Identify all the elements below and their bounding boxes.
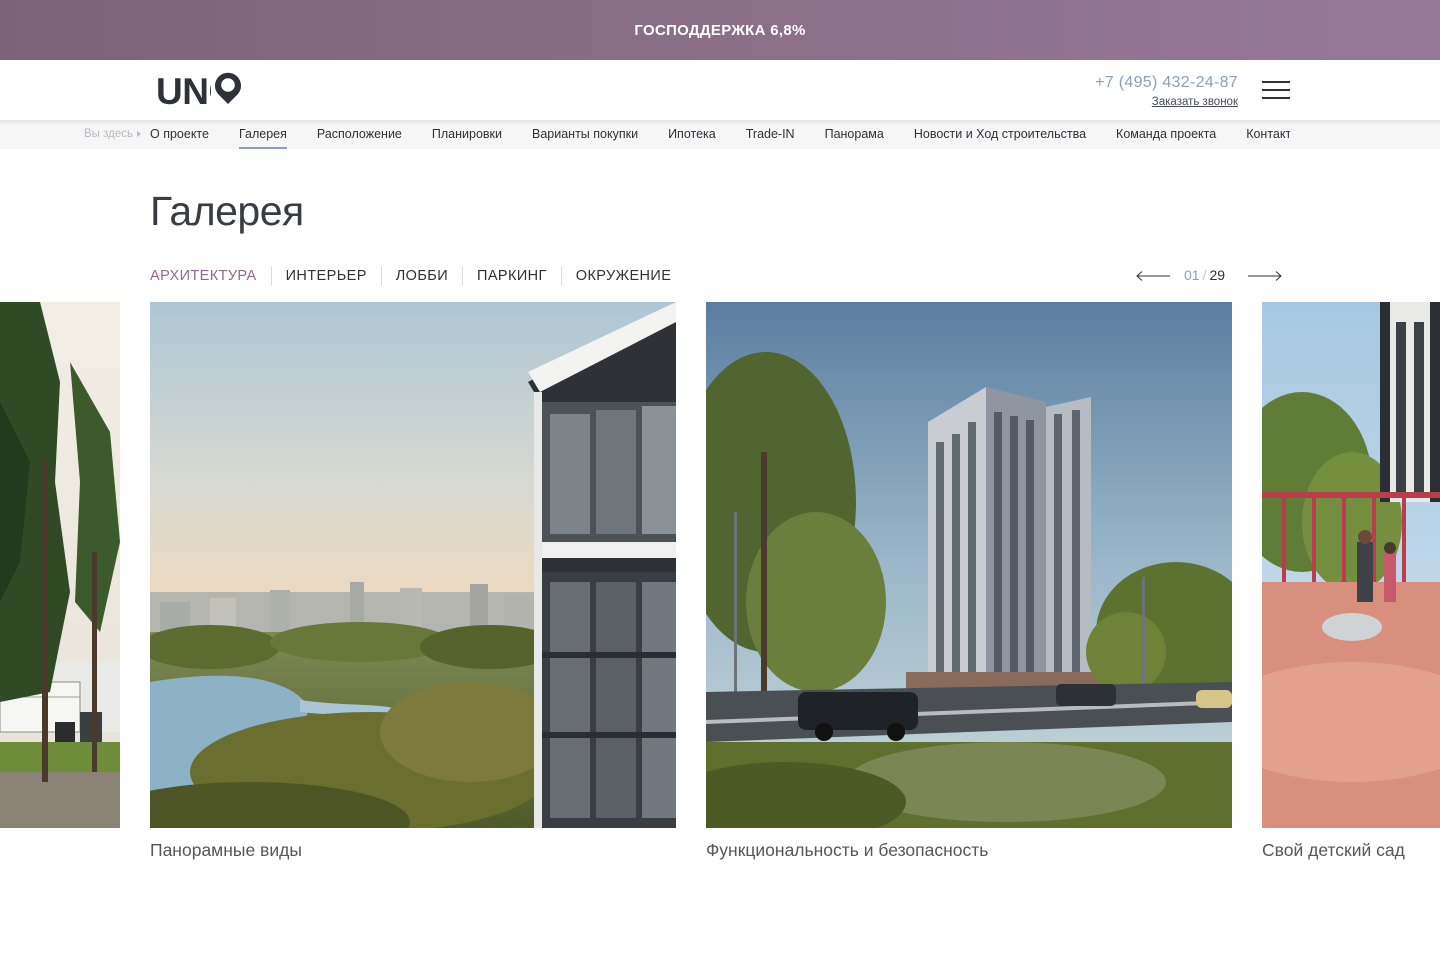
nav-item-mortgage[interactable]: Ипотека <box>668 120 716 149</box>
gallery-slide-panorama[interactable] <box>150 302 676 828</box>
nav-item-news[interactable]: Новости и Ход строительства <box>914 120 1086 149</box>
nav-items: О проекте Галерея Расположение Планировк… <box>150 120 1290 149</box>
hamburger-icon[interactable] <box>1262 81 1290 99</box>
tab-surroundings[interactable]: ОКРУЖЕНИЕ <box>576 268 672 284</box>
slide-caption-tower: Функциональность и безопасность <box>706 840 989 860</box>
gallery-slide-park[interactable] <box>0 302 120 828</box>
callback-link[interactable]: Заказать звонок <box>1152 96 1238 108</box>
gallery-slide-tower[interactable] <box>706 302 1232 828</box>
promo-text: ГОСПОДДЕРЖКА 6,8% <box>634 21 806 39</box>
caret-right-icon <box>137 130 141 137</box>
breadcrumb-label: Вы здесь <box>84 128 133 140</box>
tab-parking[interactable]: ПАРКИНГ <box>477 268 547 284</box>
kindergarten-playground <box>1262 302 1440 828</box>
river-panorama-view <box>150 302 676 828</box>
nav-item-trade-in[interactable]: Trade-IN <box>746 120 795 149</box>
park-trees-photo <box>0 302 120 828</box>
slide-counter: 01/29 <box>1136 266 1282 286</box>
nav-item-layouts[interactable]: Планировки <box>432 120 502 149</box>
promo-banner[interactable]: ГОСПОДДЕРЖКА 6,8% <box>0 0 1440 60</box>
nav-item-about[interactable]: О проекте <box>150 120 209 149</box>
nav-item-location[interactable]: Расположение <box>317 120 402 149</box>
section-nav: Вы здесь О проекте Галерея Расположение … <box>0 120 1440 149</box>
slide-caption-kindergarten: Свой детский сад <box>1262 840 1405 860</box>
site-header: UNO +7 (495) 432-24-87 Заказать звонок <box>0 60 1440 120</box>
tab-divider <box>380 266 382 286</box>
slide-caption-panorama: Панорамные виды <box>150 840 302 860</box>
nav-item-gallery[interactable]: Галерея <box>238 120 287 149</box>
page-title: Галерея <box>150 188 304 234</box>
tab-architecture[interactable]: АРХИТЕКТУРА <box>150 268 257 284</box>
nav-scroll-area[interactable]: О проекте Галерея Расположение Планировк… <box>150 120 1290 149</box>
nav-item-panorama[interactable]: Панорама <box>825 120 884 149</box>
gallery-slide-kindergarten[interactable] <box>1262 302 1440 828</box>
gallery-tabs: АРХИТЕКТУРА ИНТЕРЬЕР ЛОББИ ПАРКИНГ ОКРУЖ… <box>150 266 671 286</box>
tab-lobby[interactable]: ЛОББИ <box>396 268 448 284</box>
total-slides: 29 <box>1209 267 1226 283</box>
arrow-right-icon[interactable] <box>1248 270 1282 282</box>
residential-tower-street <box>706 302 1232 828</box>
uno-logo[interactable]: UNO <box>156 72 246 108</box>
phone-link[interactable]: +7 (495) 432-24-87 <box>1095 74 1238 92</box>
current-slide: 01 <box>1184 267 1200 283</box>
tab-divider <box>462 266 464 286</box>
tab-divider <box>560 266 562 286</box>
nav-item-contacts[interactable]: Контакты <box>1246 120 1290 149</box>
tab-divider <box>270 266 272 286</box>
nav-item-purchase-options[interactable]: Варианты покупки <box>532 120 638 149</box>
arrow-left-icon[interactable] <box>1136 270 1170 282</box>
breadcrumb: Вы здесь <box>84 128 141 140</box>
contact-block: +7 (495) 432-24-87 Заказать звонок <box>1095 74 1238 110</box>
nav-item-team[interactable]: Команда проекта <box>1116 120 1216 149</box>
tab-interior[interactable]: ИНТЕРЬЕР <box>286 268 367 284</box>
slide-count: 01/29 <box>1184 267 1226 283</box>
